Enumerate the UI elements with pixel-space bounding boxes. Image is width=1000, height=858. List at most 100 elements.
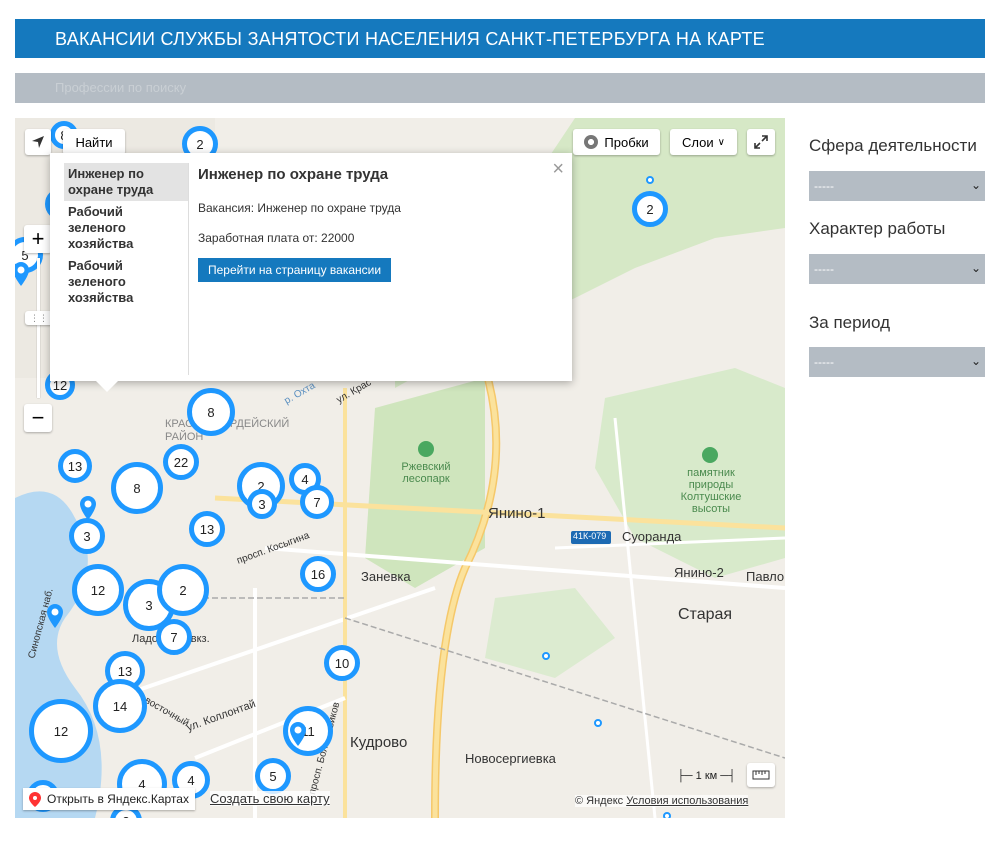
cluster-marker[interactable]: 13 <box>58 449 92 483</box>
cluster-marker[interactable]: 5 <box>255 758 291 794</box>
cluster-count: 4 <box>187 772 195 788</box>
cluster-marker[interactable]: 8 <box>187 388 235 436</box>
vacancy-list: Инженер по охране труда Рабочий зеленого… <box>64 163 189 375</box>
sphere-select-value: ----- <box>814 179 834 193</box>
map-container[interactable]: КРАСНОГВАРДЕЙСКИЙ РАЙОН Ржевский лесопар… <box>15 118 785 818</box>
period-select[interactable]: ----- ⌄ <box>809 347 985 377</box>
search-button[interactable]: Найти <box>63 129 125 155</box>
character-label: Характер работы <box>809 219 946 238</box>
geolocation-button[interactable] <box>25 129 51 155</box>
cluster-marker[interactable]: 3 <box>69 518 105 554</box>
close-icon[interactable]: × <box>552 159 564 179</box>
road-number-label: 41К-079 <box>573 531 607 541</box>
vacancy-heading: Инженер по охране труда <box>198 166 389 183</box>
pavlovo-label: Павлово <box>746 569 785 584</box>
go-to-vacancy-button[interactable]: Перейти на страницу вакансии <box>198 258 392 282</box>
cluster-marker[interactable]: 13 <box>189 511 225 547</box>
sphere-select[interactable]: ----- ⌄ <box>809 171 985 201</box>
yanino1-label: Янино-1 <box>488 505 546 522</box>
cluster-marker[interactable]: 14 <box>93 679 147 733</box>
traffic-icon <box>584 135 599 149</box>
cluster-count: 8 <box>207 404 215 420</box>
layers-label: Слои <box>682 134 714 150</box>
page-title: ВАКАНСИИ СЛУЖБЫ ЗАНЯТОСТИ НАСЕЛЕНИЯ САНК… <box>55 29 765 49</box>
cluster-marker[interactable]: 3 <box>247 489 277 519</box>
cluster-count: 16 <box>310 566 326 582</box>
location-pin-icon[interactable] <box>78 495 98 521</box>
cluster-count: 3 <box>258 496 266 512</box>
cluster-count: 13 <box>199 521 215 537</box>
cluster-marker[interactable]: 7 <box>156 619 192 655</box>
cluster-marker[interactable]: 7 <box>300 485 334 519</box>
suorda-label: Суоранда <box>622 529 682 544</box>
cluster-count: 22 <box>173 454 189 470</box>
cluster-count: 8 <box>133 480 141 496</box>
cluster-marker[interactable]: 12 <box>29 699 93 763</box>
vacancy-balloon: Инженер по охране труда Рабочий зеленого… <box>50 153 572 381</box>
chevron-down-icon: ⌄ <box>970 178 981 192</box>
create-map-link[interactable]: Создать свою карту <box>210 791 330 806</box>
copyright-text: © Яндекс <box>575 795 624 807</box>
chevron-down-icon: ∨ <box>717 136 725 148</box>
period-label: За период <box>809 313 891 332</box>
cluster-marker[interactable]: 8 <box>111 462 163 514</box>
zoom-in-button[interactable]: + <box>24 225 52 253</box>
cluster-marker[interactable]: 16 <box>300 556 336 592</box>
vacancy-list-item[interactable]: Инженер по охране труда <box>64 163 188 201</box>
vacancy-salary: Заработная плата от: 22000 <box>198 231 355 245</box>
fullscreen-button[interactable] <box>747 129 775 155</box>
cluster-count: 7 <box>313 494 321 510</box>
cluster-count: 7 <box>170 629 178 645</box>
cluster-marker[interactable]: 10 <box>324 645 360 681</box>
zoom-slider-handle[interactable]: ⋮⋮ <box>25 311 53 325</box>
terms-link[interactable]: Условия использования <box>626 795 748 807</box>
traffic-label: Пробки <box>604 134 649 150</box>
balloon-tail <box>95 380 119 392</box>
cluster-count: 10 <box>334 655 350 671</box>
character-select-value: ----- <box>814 262 834 276</box>
zoom-slider-track[interactable] <box>37 258 40 398</box>
cluster-count: 13 <box>67 458 83 474</box>
district-label: КРАСНОГВАРДЕЙСКИЙ РАЙОН <box>165 418 289 443</box>
layers-button[interactable]: Слои ∨ <box>670 129 737 155</box>
scale-bar: ├─ 1 км ─┤ <box>677 770 736 782</box>
cluster-marker[interactable]: 2 <box>157 564 209 616</box>
vacancy-list-item[interactable]: Рабочий зеленого хозяйства <box>64 201 188 255</box>
chevron-down-icon: ⌄ <box>970 354 981 368</box>
traffic-button[interactable]: Пробки <box>573 129 660 155</box>
cluster-count: 4 <box>301 471 309 487</box>
open-yandex-maps-label: Открыть в Яндекс.Картах <box>47 792 189 806</box>
zoom-out-button[interactable]: − <box>24 404 52 432</box>
sphere-label: Сфера деятельности <box>809 136 977 155</box>
page-header: ВАКАНСИИ СЛУЖБЫ ЗАНЯТОСТИ НАСЕЛЕНИЯ САНК… <box>15 19 985 58</box>
navigation-arrow-icon <box>32 136 44 148</box>
staraya-label: Старая <box>678 606 733 623</box>
character-select[interactable]: ----- ⌄ <box>809 254 985 284</box>
profession-bar[interactable]: Профессии по поиску <box>15 73 985 103</box>
ruler-icon <box>752 770 770 780</box>
cluster-count: 14 <box>112 698 128 714</box>
cluster-count: 12 <box>90 582 106 598</box>
ruler-button[interactable] <box>747 763 775 787</box>
novosergievka-label: Новосергиевка <box>465 751 556 766</box>
vacancy-name: Вакансия: Инженер по охране труда <box>198 201 401 215</box>
cluster-count: 2 <box>196 136 204 152</box>
location-pin-icon[interactable] <box>45 603 65 629</box>
cluster-count: 12 <box>53 723 69 739</box>
park-label: Ржевский лесопарк <box>401 461 451 485</box>
period-select-value: ----- <box>814 355 834 369</box>
location-pin-icon[interactable] <box>288 721 308 747</box>
cluster-count: 3 <box>83 528 91 544</box>
cluster-count: 2 <box>179 582 187 598</box>
copyright: © Яндекс Условия использования <box>575 795 749 807</box>
cluster-marker[interactable]: 22 <box>163 444 199 480</box>
cluster-count: 2 <box>122 814 129 819</box>
vacancy-list-item[interactable]: Рабочий зеленого хозяйства <box>64 255 188 309</box>
monument-label: памятник природы Колтушские высоты <box>680 467 742 515</box>
cluster-count: 5 <box>269 768 277 784</box>
location-pin-icon[interactable] <box>15 261 31 287</box>
cluster-marker[interactable]: 2 <box>632 191 668 227</box>
cluster-marker[interactable]: 12 <box>72 564 124 616</box>
cluster-count: 3 <box>145 597 153 613</box>
open-yandex-maps-button[interactable]: Открыть в Яндекс.Картах <box>23 788 195 810</box>
